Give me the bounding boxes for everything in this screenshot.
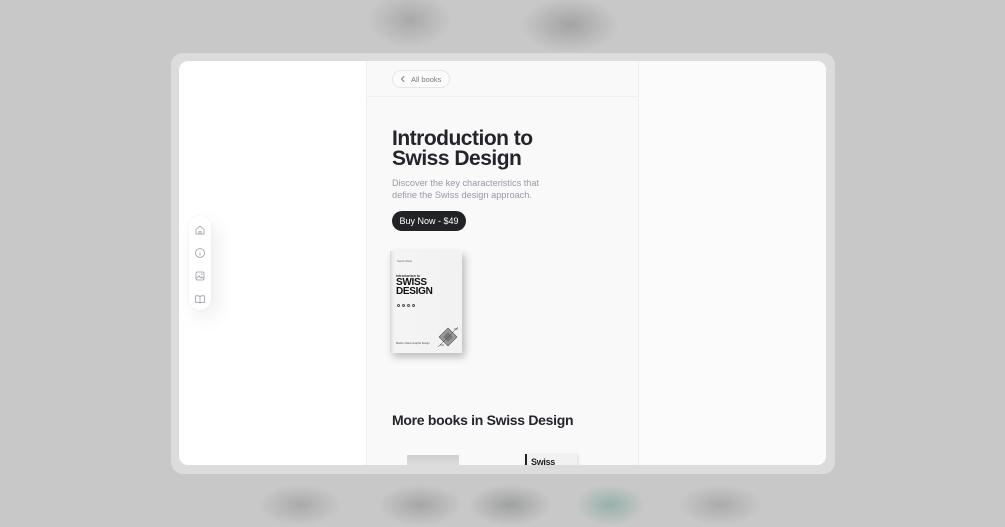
- book-thumbnail-2-text: Swiss: [531, 457, 556, 465]
- all-books-button[interactable]: All books: [392, 70, 451, 88]
- cover-title: SWISS DESIGN: [396, 278, 433, 297]
- chevron-left-icon: [401, 76, 405, 82]
- book-thumbnail-1[interactable]: [407, 455, 459, 465]
- product-column: All books Introduction to Swiss Design D…: [366, 61, 639, 465]
- book-open-icon: [195, 295, 205, 304]
- cover-dots: [397, 304, 415, 307]
- home-icon: [195, 225, 205, 235]
- nav-info[interactable]: [194, 246, 206, 258]
- all-books-label: All books: [411, 74, 442, 84]
- image-icon: [195, 271, 205, 281]
- nav-books[interactable]: [194, 292, 206, 304]
- app-window: All books Introduction to Swiss Design D…: [179, 61, 826, 465]
- info-icon: [195, 248, 205, 258]
- right-panel: [639, 61, 826, 465]
- cover-footer: Modern Swiss Graphic Design: [396, 342, 430, 345]
- more-books-heading: More books in Swiss Design: [392, 412, 574, 428]
- page-subtitle: Discover the key characteristics that de…: [392, 178, 540, 200]
- nav-home[interactable]: [194, 223, 206, 235]
- top-bar: All books: [367, 61, 638, 97]
- cover-author: Sarah Abels: [397, 259, 413, 263]
- book-cover: Sarah Abels Introduction to SWISS DESIGN…: [390, 251, 462, 353]
- book-thumbnail-2[interactable]: Swiss: [525, 454, 577, 465]
- cover-title-line2: DESIGN: [396, 286, 433, 297]
- cover-art-icon: [437, 326, 459, 348]
- side-navigation: [189, 216, 211, 310]
- nav-gallery[interactable]: [194, 269, 206, 281]
- page-title: Introduction to Swiss Design: [392, 127, 533, 170]
- buy-now-button[interactable]: Buy Now - $49: [392, 211, 466, 231]
